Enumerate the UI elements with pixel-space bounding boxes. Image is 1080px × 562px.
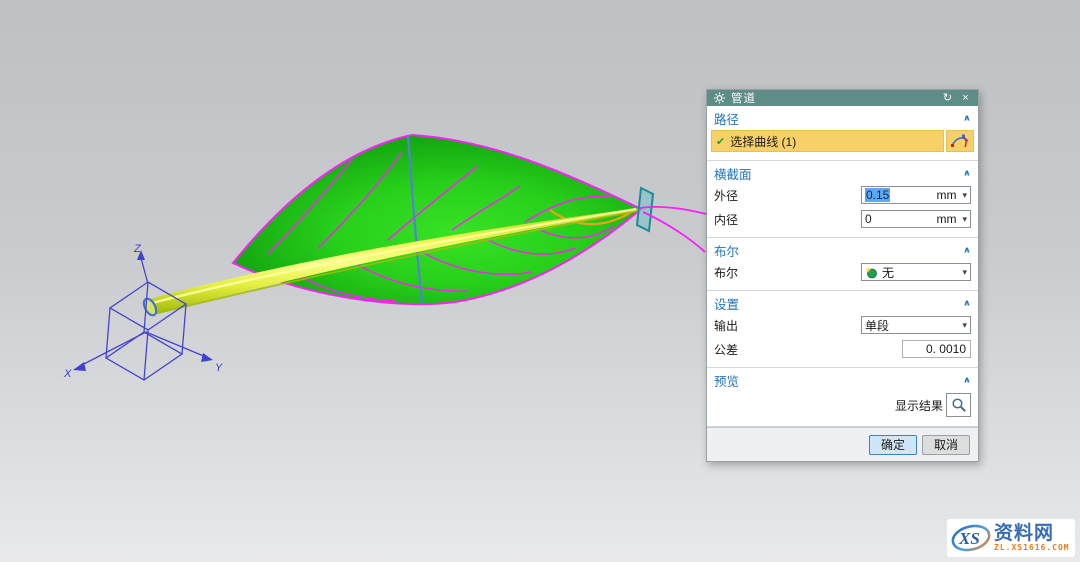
select-curve-row: ✔ 选择曲线 (1) <box>711 130 974 152</box>
unit-dropdown-icon[interactable]: ▾ <box>962 190 967 201</box>
group-cross-section-title: 横截面 <box>714 164 752 183</box>
cancel-button[interactable]: 取消 <box>922 435 970 455</box>
group-cross-section: 横截面 ∧ 外径 0.15 mm ▾ 内径 0 mm ▾ <box>707 161 978 238</box>
chevron-up-icon[interactable]: ∧ <box>963 113 971 122</box>
datum-csys[interactable]: X Y Z <box>63 243 223 380</box>
check-icon: ✔ <box>716 135 725 148</box>
curve-icon <box>950 133 970 149</box>
y-axis-label: Y <box>215 362 223 374</box>
group-boolean: 布尔 ∧ 布尔 无 ▾ <box>707 238 978 291</box>
chevron-up-icon[interactable]: ∧ <box>963 245 971 254</box>
gear-icon <box>713 92 726 104</box>
show-result-row: 显示结果 <box>707 390 978 420</box>
show-result-button[interactable] <box>946 393 971 417</box>
group-preview-title: 预览 <box>714 371 739 390</box>
application-window: X Y Z 管道 ↻ × 路径 <box>0 0 1080 562</box>
group-path: 路径 ∧ ✔ 选择曲线 (1) <box>707 106 978 161</box>
dialog-title: 管道 <box>731 90 936 106</box>
outer-diameter-label: 外径 <box>714 187 861 204</box>
select-curve-label: 选择曲线 (1) <box>730 133 796 150</box>
output-dropdown[interactable]: 单段 ▾ <box>861 316 971 334</box>
group-path-header[interactable]: 路径 ∧ <box>707 108 978 128</box>
watermark-site-url: ZL.XS1616.COM <box>994 543 1070 552</box>
group-settings: 设置 ∧ 输出 单段 ▾ 公差 0. 0010 <box>707 291 978 368</box>
chevron-up-icon[interactable]: ∧ <box>963 168 971 177</box>
chevron-up-icon[interactable]: ∧ <box>963 298 971 307</box>
dropdown-caret-icon[interactable]: ▾ <box>962 267 967 278</box>
inner-diameter-unit: mm <box>936 212 960 226</box>
inner-diameter-value[interactable]: 0 <box>865 212 872 226</box>
inner-diameter-label: 内径 <box>714 211 861 228</box>
datum-plane[interactable] <box>637 188 653 231</box>
watermark-monogram: XS <box>958 529 980 548</box>
reset-icon[interactable]: ↻ <box>941 90 954 106</box>
unit-dropdown-icon[interactable]: ▾ <box>962 214 967 225</box>
tolerance-input[interactable]: 0. 0010 <box>902 340 971 358</box>
dialog-titlebar[interactable]: 管道 ↻ × <box>707 90 978 106</box>
group-preview-header[interactable]: 预览 ∧ <box>707 370 978 390</box>
outer-diameter-unit: mm <box>936 188 960 202</box>
group-preview: 预览 ∧ 显示结果 <box>707 368 978 427</box>
select-curve-field[interactable]: ✔ 选择曲线 (1) <box>711 130 944 152</box>
x-axis-label: X <box>63 368 72 380</box>
chevron-up-icon[interactable]: ∧ <box>963 375 971 384</box>
boolean-value: 无 <box>882 264 960 281</box>
boolean-label: 布尔 <box>714 264 861 281</box>
boolean-row: 布尔 无 ▾ <box>707 260 978 284</box>
csys-axes <box>73 250 213 371</box>
group-settings-header[interactable]: 设置 ∧ <box>707 293 978 313</box>
watermark-site-name: 资料网 <box>994 524 1070 543</box>
z-axis-label: Z <box>133 243 142 255</box>
show-result-label: 显示结果 <box>895 397 943 414</box>
group-path-title: 路径 <box>714 109 739 128</box>
tolerance-row: 公差 0. 0010 <box>707 337 978 361</box>
ok-button[interactable]: 确定 <box>869 435 917 455</box>
outer-diameter-input[interactable]: 0.15 mm ▾ <box>861 186 971 204</box>
group-boolean-header[interactable]: 布尔 ∧ <box>707 240 978 260</box>
inner-diameter-row: 内径 0 mm ▾ <box>707 207 978 231</box>
outer-diameter-value[interactable]: 0.15 <box>865 188 890 202</box>
watermark: XS 资料网 ZL.XS1616.COM <box>947 519 1075 557</box>
y-axis-arrow <box>201 353 213 362</box>
boolean-none-icon <box>865 266 878 279</box>
dropdown-caret-icon[interactable]: ▾ <box>962 320 967 331</box>
tolerance-label: 公差 <box>714 341 902 358</box>
tube-dialog: 管道 ↻ × 路径 ∧ ✔ 选择曲线 (1) <box>706 89 979 462</box>
boolean-dropdown[interactable]: 无 ▾ <box>861 263 971 281</box>
magnifier-icon <box>951 397 967 413</box>
close-icon[interactable]: × <box>959 90 972 106</box>
output-row: 输出 单段 ▾ <box>707 313 978 337</box>
watermark-logo: XS <box>950 521 992 555</box>
curve-select-button[interactable] <box>946 130 974 152</box>
inner-diameter-input[interactable]: 0 mm ▾ <box>861 210 971 228</box>
group-settings-title: 设置 <box>714 294 739 313</box>
x-axis-arrow <box>73 362 86 371</box>
watermark-text: 资料网 ZL.XS1616.COM <box>994 524 1070 552</box>
group-cross-section-header[interactable]: 横截面 ∧ <box>707 163 978 183</box>
group-boolean-title: 布尔 <box>714 241 739 260</box>
outer-diameter-row: 外径 0.15 mm ▾ <box>707 183 978 207</box>
dialog-footer: 确定 取消 <box>707 427 978 461</box>
output-value: 单段 <box>865 317 960 334</box>
tolerance-value[interactable]: 0. 0010 <box>926 342 966 356</box>
output-label: 输出 <box>714 317 861 334</box>
